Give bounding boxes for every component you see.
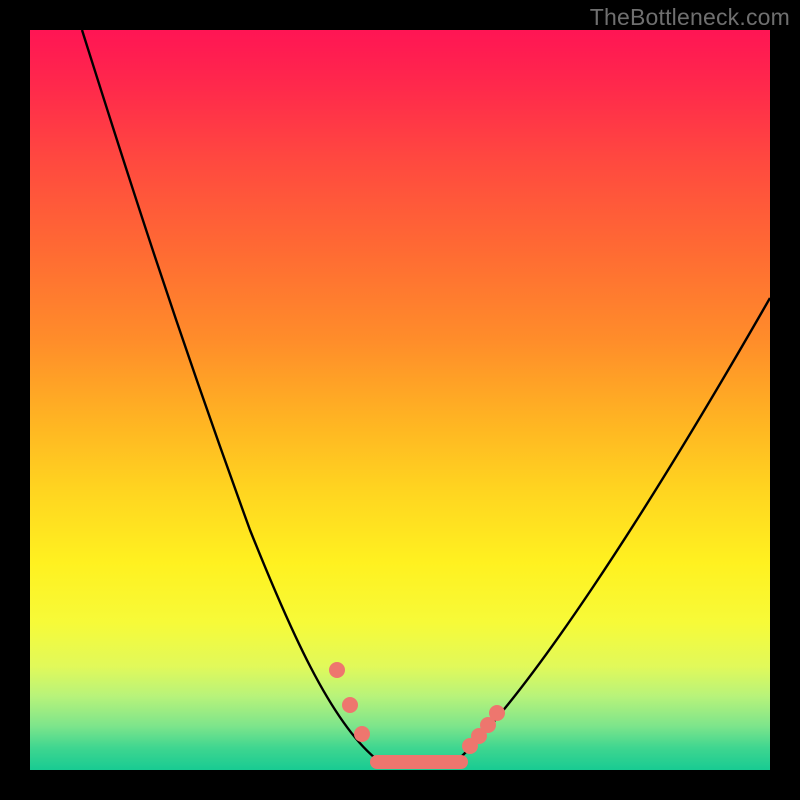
- marker-dot: [354, 726, 370, 742]
- marker-dot: [342, 697, 358, 713]
- watermark-text: TheBottleneck.com: [590, 4, 790, 31]
- curve-left-branch: [82, 30, 375, 758]
- plot-area: [30, 30, 770, 770]
- bottleneck-curve: [30, 30, 770, 770]
- valley-bar: [370, 755, 468, 769]
- marker-dot: [489, 705, 505, 721]
- chart-frame: TheBottleneck.com: [0, 0, 800, 800]
- marker-dot: [329, 662, 345, 678]
- curve-right-branch: [462, 298, 770, 756]
